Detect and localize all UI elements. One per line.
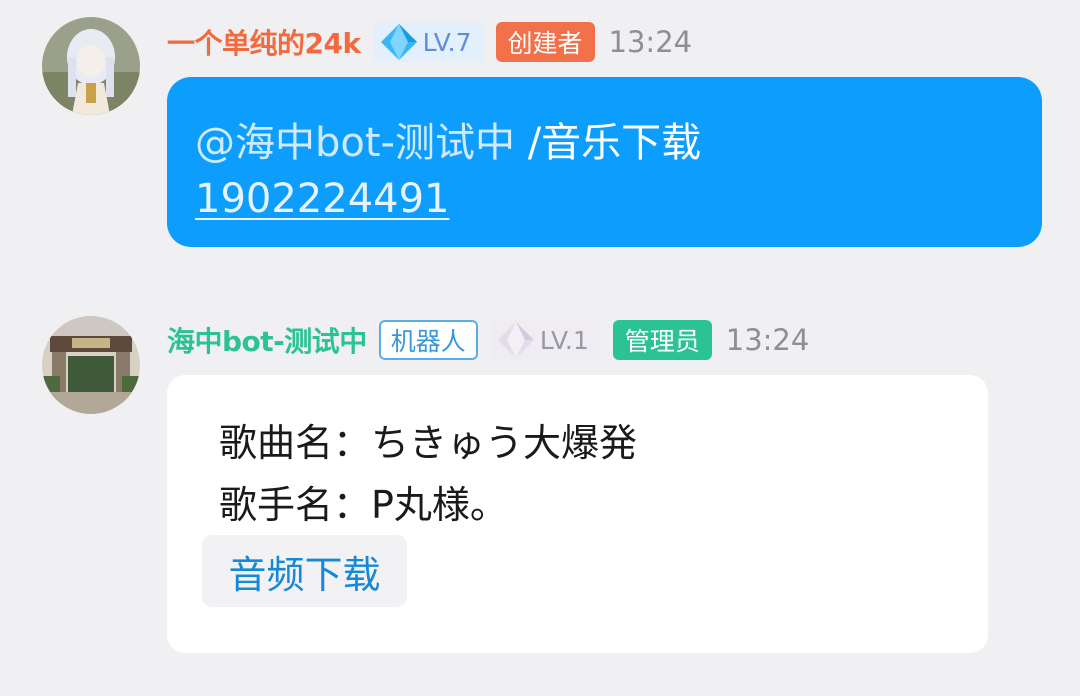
level-badge: LV.7 <box>372 22 484 62</box>
message-bubble[interactable]: @海中bot-测试中 /音乐下载 1902224491 <box>167 77 1042 247</box>
role-badge-admin: 管理员 <box>612 320 712 360</box>
level-text: LV.7 <box>422 27 472 57</box>
timestamp: 13:24 <box>725 323 810 357</box>
avatar-user[interactable] <box>42 17 140 115</box>
message-header: 一个单纯的24k LV.7 创建者 13:24 <box>167 20 692 64</box>
robot-badge: 机器人 <box>378 320 478 360</box>
level-badge: LV.1 <box>489 320 601 360</box>
sender-name[interactable]: 一个单纯的24k <box>167 22 361 62</box>
command-text: /音乐下载 <box>514 120 702 166</box>
song-name-line: 歌曲名：ちきゅう大爆発 <box>219 421 638 465</box>
diamond-icon <box>497 322 534 358</box>
message-header: 海中bot-测试中 机器人 LV.1 管理员 13:24 <box>167 318 809 362</box>
audio-download-button[interactable]: 音频下载 <box>202 535 407 607</box>
chat-view: 一个单纯的24k LV.7 创建者 13:24 @海中bot-测试中 /音乐下载… <box>0 0 1080 696</box>
timestamp: 13:24 <box>608 25 693 59</box>
card-message: 歌曲名：ちきゅう大爆発 歌手名：P丸様。 <box>167 375 988 653</box>
mention-link[interactable]: @海中bot-测试中 <box>195 120 515 166</box>
avatar-bot[interactable] <box>42 316 140 414</box>
role-badge-creator: 创建者 <box>495 22 595 62</box>
artist-name-line: 歌手名：P丸様。 <box>219 483 508 527</box>
diamond-icon <box>380 24 417 60</box>
number-link[interactable]: 1902224491 <box>195 176 450 222</box>
sender-name[interactable]: 海中bot-测试中 <box>167 320 367 360</box>
level-text: LV.1 <box>539 325 589 355</box>
